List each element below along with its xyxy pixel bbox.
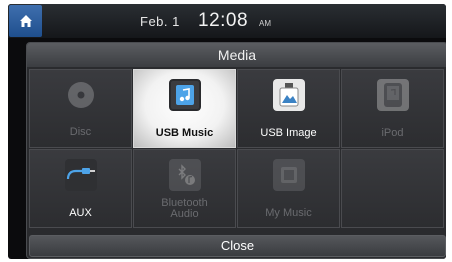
- media-source-label: AUX: [69, 207, 92, 219]
- my-music-icon: [272, 159, 305, 191]
- media-source-my-music[interactable]: My Music: [237, 149, 340, 228]
- clock-ampm: AM: [259, 19, 271, 28]
- close-button[interactable]: Close: [29, 235, 446, 257]
- clock-time: 12:08: [198, 10, 249, 31]
- media-source-usb-image[interactable]: USB Image: [237, 69, 340, 148]
- media-source-label: My Music: [265, 207, 312, 219]
- media-source-label: USB Music: [155, 127, 214, 139]
- aux-cable-icon: [64, 159, 97, 191]
- date-display: Feb. 1: [140, 14, 180, 29]
- media-source-ipod[interactable]: iPod: [341, 69, 444, 148]
- media-source-disc[interactable]: Disc: [29, 69, 132, 148]
- disc-icon: [65, 79, 97, 111]
- popup-title: Media: [27, 43, 446, 67]
- empty-cell: [341, 149, 444, 228]
- media-source-grid: Disc USB Music USB Image iPod AUX Blueto…: [29, 69, 446, 231]
- ipod-icon: [376, 79, 409, 111]
- usb-music-icon: [168, 79, 201, 111]
- media-source-label: Bluetooth Audio: [161, 197, 208, 220]
- home-button[interactable]: [9, 5, 42, 37]
- head-unit-screen: Feb. 1 12:08 AM Media Disc USB Music USB…: [8, 4, 446, 259]
- media-source-label: USB Image: [260, 127, 317, 139]
- media-source-label: iPod: [381, 127, 404, 139]
- usb-image-icon: [272, 79, 305, 111]
- status-bar: Feb. 1 12:08 AM: [8, 4, 446, 38]
- media-popup: Media Disc USB Music USB Image iPod AUX …: [26, 42, 446, 259]
- media-source-bluetooth-audio[interactable]: Bluetooth Audio: [133, 149, 236, 228]
- media-source-label: Disc: [69, 126, 92, 138]
- media-source-usb-music[interactable]: USB Music: [133, 69, 236, 148]
- home-icon: [19, 15, 32, 27]
- bluetooth-audio-icon: [168, 159, 201, 191]
- media-source-aux[interactable]: AUX: [29, 149, 132, 228]
